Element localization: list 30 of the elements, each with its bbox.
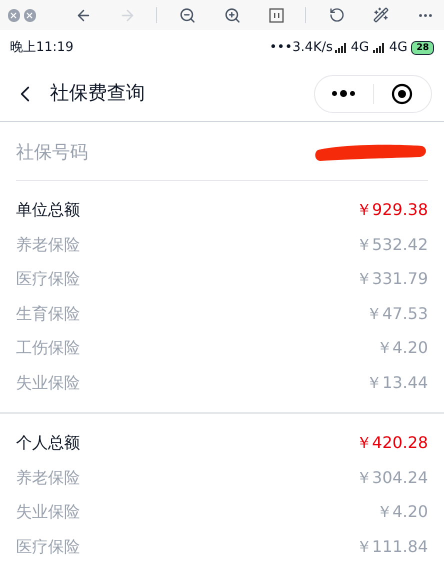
amount: ￥13.44 — [366, 372, 428, 394]
row-label: 单位总额 — [16, 199, 80, 222]
amount: ￥111.84 — [356, 536, 428, 558]
battery-level: 28 — [411, 41, 434, 55]
amount: ￥532.42 — [356, 234, 428, 256]
close-icon[interactable] — [24, 8, 36, 22]
amount: ￥331.79 — [356, 268, 428, 290]
network-speed: •••3.4K/s — [269, 39, 333, 58]
row-label: 社保号码 — [16, 140, 88, 164]
row-label: 失业保险 — [16, 501, 80, 524]
amount: ￥304.24 — [356, 466, 428, 489]
close-icon[interactable] — [8, 8, 20, 22]
page-title: 社保费查询 — [50, 81, 145, 106]
row-label: 医疗保险 — [16, 536, 80, 558]
amount: ￥47.53 — [366, 302, 428, 325]
row-label: 养老保险 — [16, 234, 80, 256]
network-type: 4G — [350, 39, 370, 58]
row-label: 工伤保险 — [16, 337, 80, 360]
amount: ￥4.20 — [376, 501, 428, 524]
row-label: 个人总额 — [16, 432, 80, 454]
row-label: 失业保险 — [16, 372, 80, 394]
amount: ￥4.20 — [376, 337, 428, 360]
row-label: 养老保险 — [16, 466, 80, 489]
status-time: 晚上11:19 — [10, 39, 74, 58]
signal-icon — [334, 43, 349, 53]
network-type: 4G — [389, 39, 408, 58]
amount: ￥929.38 — [356, 199, 428, 222]
amount: ￥420.28 — [356, 432, 428, 454]
row-label: 医疗保险 — [16, 268, 80, 290]
row-label: 生育保险 — [16, 302, 80, 325]
